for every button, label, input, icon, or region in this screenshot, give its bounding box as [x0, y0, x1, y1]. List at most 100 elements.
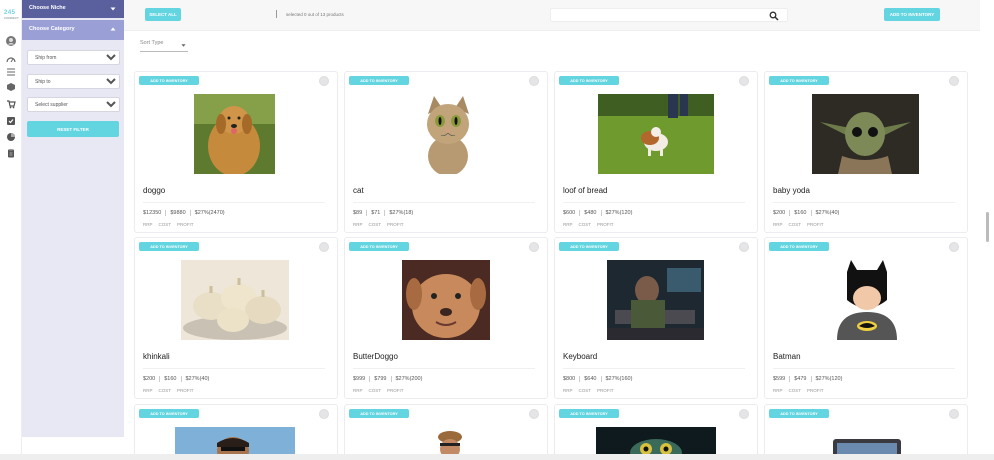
select-radio[interactable] — [739, 409, 749, 419]
add-to-inventory-badge[interactable]: ADD TO INVENTORY — [769, 409, 829, 418]
select-radio[interactable] — [949, 409, 959, 419]
choose-category-header[interactable]: Choose Category — [22, 20, 124, 40]
cost-label: COST — [368, 388, 382, 393]
product-image-dog — [194, 94, 275, 174]
add-to-inventory-badge[interactable]: ADD TO INVENTORY — [139, 76, 199, 85]
add-to-inventory-badge[interactable]: ADD TO INVENTORY — [349, 242, 409, 251]
divider — [353, 368, 535, 369]
price-row: $800 $640 $27%(160) — [563, 376, 636, 382]
select-radio[interactable] — [739, 76, 749, 86]
profit-value: $27%(2470) — [194, 210, 225, 216]
product-card[interactable]: ADD TO INVENTORY doggo $12350 $9880 $27%(2… — [134, 71, 338, 233]
rrp-label: RRP — [773, 222, 783, 227]
select-radio[interactable] — [529, 76, 539, 86]
divider — [773, 202, 955, 203]
select-radio[interactable] — [319, 242, 329, 252]
reset-filter-button[interactable]: RESET FILTER — [27, 121, 119, 137]
product-title: loof of bread — [563, 186, 608, 195]
select-all-button[interactable]: SELECT ALL — [145, 8, 181, 21]
product-card[interactable]: ADD TO INVENTORY — [344, 404, 548, 460]
rrp-label: RRP — [563, 222, 573, 227]
price-row: $200 $160 $27%(40) — [143, 376, 213, 382]
price-labels: RRP COST PROFIT — [773, 388, 830, 393]
select-radio[interactable] — [739, 242, 749, 252]
add-to-inventory-badge[interactable]: ADD TO INVENTORY — [139, 242, 199, 251]
search-input[interactable] — [551, 15, 761, 27]
add-to-inventory-badge[interactable]: ADD TO INVENTORY — [139, 409, 199, 418]
profit-value: $27%(120) — [815, 376, 843, 382]
product-card[interactable]: ADD TO INVENTORY Keyboard $800 $640 $27%(1… — [554, 237, 758, 399]
product-image-hat-person — [435, 427, 465, 457]
divider — [773, 368, 955, 369]
cost-value: $160 — [790, 210, 812, 216]
add-to-inventory-badge[interactable]: ADD TO INVENTORY — [559, 242, 619, 251]
select-radio[interactable] — [529, 409, 539, 419]
add-to-inventory-badge[interactable]: ADD TO INVENTORY — [769, 242, 829, 251]
profit-label: PROFIT — [177, 388, 194, 393]
filter-sidebar: Choose Niche Choose Category Ship from S… — [22, 0, 124, 437]
product-card[interactable]: ADD TO INVENTORY Batman $599 $479 $27%(120… — [764, 237, 968, 399]
logo[interactable]: 245 CONNECT — [4, 10, 19, 20]
profit-value: $27%(18) — [389, 210, 414, 216]
clipboard-icon[interactable] — [6, 148, 16, 158]
profit-label: PROFIT — [597, 388, 614, 393]
price-row: $12350 $9880 $27%(2470) — [143, 210, 229, 216]
divider — [563, 202, 745, 203]
product-card[interactable]: ADD TO INVENTORY — [134, 404, 338, 460]
profit-value: $27%(40) — [815, 210, 840, 216]
select-radio[interactable] — [319, 409, 329, 419]
cost-label: COST — [578, 388, 592, 393]
add-to-inventory-badge[interactable]: ADD TO INVENTORY — [559, 409, 619, 418]
cost-value: $71 — [367, 210, 386, 216]
supplier-select[interactable]: Select supplier — [27, 97, 120, 112]
cost-value: $480 — [580, 210, 602, 216]
add-to-inventory-badge[interactable]: ADD TO INVENTORY — [349, 76, 409, 85]
cost-label: COST — [158, 222, 172, 227]
selected-count-text: selected 0 out of 13 products — [286, 12, 344, 17]
profit-label: PROFIT — [177, 222, 194, 227]
divider — [143, 202, 325, 203]
product-card[interactable]: ADD TO INVENTORY cat $89 $71 $27%(18) RRP C… — [344, 71, 548, 233]
select-radio[interactable] — [949, 242, 959, 252]
select-radio[interactable] — [949, 76, 959, 86]
product-card[interactable]: ADD TO INVENTORY — [764, 404, 968, 460]
product-card[interactable]: ADD TO INVENTORY ButterDoggo $999 $799 $27… — [344, 237, 548, 399]
vertical-scrollbar[interactable] — [986, 212, 989, 242]
box-icon[interactable] — [6, 82, 16, 92]
sort-type-dropdown[interactable]: Sort Type — [140, 40, 188, 52]
select-radio[interactable] — [319, 76, 329, 86]
ship-to-select[interactable]: Ship to — [27, 74, 120, 89]
product-card[interactable]: ADD TO INVENTORY loof of bread $600 $480 $… — [554, 71, 758, 233]
price-row: $599 $479 $27%(120) — [773, 376, 846, 382]
chevron-down-icon — [110, 7, 116, 11]
search-box — [550, 8, 788, 27]
gauge-icon[interactable] — [6, 55, 16, 65]
horizontal-scrollbar[interactable] — [0, 454, 994, 460]
price-row: $200 $160 $27%(40) — [773, 210, 843, 216]
rrp-value: $89 — [353, 210, 368, 216]
price-labels: RRP COST PROFIT — [563, 222, 620, 227]
product-card[interactable]: ADD TO INVENTORY — [554, 404, 758, 460]
product-image-butterdoggo — [402, 260, 490, 340]
search-icon[interactable] — [769, 11, 779, 21]
check-icon[interactable] — [6, 116, 16, 126]
list-icon[interactable] — [6, 67, 16, 77]
product-card[interactable]: ADD TO INVENTORY baby yoda $200 $160 $27%(… — [764, 71, 968, 233]
pie-chart-icon[interactable] — [6, 132, 16, 142]
ship-from-select[interactable]: Ship from — [27, 50, 120, 65]
cart-icon[interactable] — [6, 99, 16, 109]
add-to-inventory-button[interactable]: ADD TO INVENTORY — [884, 8, 940, 21]
add-to-inventory-badge[interactable]: ADD TO INVENTORY — [349, 409, 409, 418]
product-card[interactable]: ADD TO INVENTORY khinkali $200 $160 $27%(4… — [134, 237, 338, 399]
rrp-label: RRP — [353, 222, 363, 227]
add-to-inventory-badge[interactable]: ADD TO INVENTORY — [559, 76, 619, 85]
choose-niche-label: Choose Niche — [29, 5, 66, 11]
icon-rail: 245 CONNECT — [0, 0, 22, 460]
product-image-beagle — [598, 94, 714, 174]
select-radio[interactable] — [529, 242, 539, 252]
choose-category-label: Choose Category — [29, 26, 75, 32]
cost-label: COST — [788, 222, 802, 227]
add-to-inventory-badge[interactable]: ADD TO INVENTORY — [769, 76, 829, 85]
avatar-icon[interactable] — [6, 36, 16, 46]
choose-niche-header[interactable]: Choose Niche — [22, 0, 124, 18]
